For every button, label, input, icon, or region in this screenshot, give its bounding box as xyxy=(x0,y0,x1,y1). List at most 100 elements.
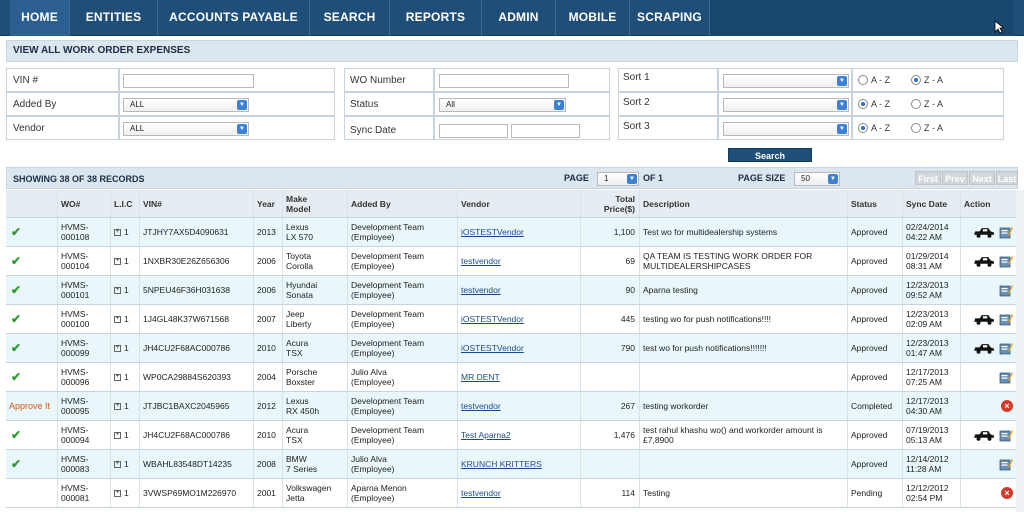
vendor-select[interactable]: ALL ▼ xyxy=(123,122,249,136)
cell-vin: JTJBC1BAXC2045965 xyxy=(140,392,254,420)
col-status-header[interactable]: Status xyxy=(848,190,903,217)
status-select[interactable]: All ▼ xyxy=(439,98,566,112)
vendor-link[interactable]: Test Aparna2 xyxy=(461,430,511,440)
cell-flag: ✔ xyxy=(6,450,58,478)
delete-icon[interactable]: × xyxy=(1001,487,1013,499)
cell-status: Approved xyxy=(848,247,903,275)
lic-count: 1 xyxy=(124,256,129,266)
vendor-label: Vendor xyxy=(13,123,45,134)
sync-date-to-input[interactable] xyxy=(511,124,580,138)
sort1-za-radio[interactable] xyxy=(911,75,921,85)
page-size-select[interactable]: 50 ▼ xyxy=(794,172,840,186)
vendor-link[interactable]: testvendor xyxy=(461,401,501,411)
last-page-button[interactable]: Last xyxy=(996,171,1018,185)
expand-plus-icon[interactable]: + xyxy=(114,257,121,265)
delete-icon[interactable]: × xyxy=(1001,400,1013,412)
vendor-link[interactable]: MR DENT xyxy=(461,372,500,382)
col-lic-header[interactable]: L.I.C xyxy=(111,190,140,217)
cell-status: Approved xyxy=(848,276,903,304)
vendor-link[interactable]: iOSTESTVendor xyxy=(461,314,524,324)
cell-wo: HVMS- 000083 xyxy=(58,450,111,478)
cell-status: Approved xyxy=(848,218,903,246)
col-total-header[interactable]: Total Price($) xyxy=(581,190,640,217)
vehicle-car-icon[interactable] xyxy=(973,227,995,238)
cell-total: 267 xyxy=(581,392,640,420)
vin-input[interactable] xyxy=(123,74,254,88)
next-page-button[interactable]: Next xyxy=(969,171,995,185)
vendor-link[interactable]: iOSTESTVendor xyxy=(461,343,524,353)
nav-accounts-payable[interactable]: ACCOUNTS PAYABLE xyxy=(158,0,310,36)
expand-plus-icon[interactable]: + xyxy=(114,460,121,468)
sort3-za-radio[interactable] xyxy=(911,123,921,133)
vendor-link[interactable]: iOSTESTVendor xyxy=(461,227,524,237)
expand-plus-icon[interactable]: + xyxy=(114,344,121,352)
lic-count: 1 xyxy=(124,285,129,295)
expand-plus-icon[interactable]: + xyxy=(114,228,121,236)
nav-reports[interactable]: REPORTS xyxy=(390,0,482,36)
expand-plus-icon[interactable]: + xyxy=(114,431,121,439)
cell-vin: 5NPEU46F36H031638 xyxy=(140,276,254,304)
nav-mobile[interactable]: MOBILE xyxy=(556,0,630,36)
edit-form-icon[interactable] xyxy=(999,313,1013,326)
sort3-az-radio[interactable] xyxy=(858,123,868,133)
vendor-link[interactable]: testvendor xyxy=(461,285,501,295)
cell-vin: 3VWSP69MO1M226970 xyxy=(140,479,254,507)
cell-wo: HVMS- 000100 xyxy=(58,305,111,333)
vendor-link[interactable]: testvendor xyxy=(461,488,501,498)
sort2-za-radio[interactable] xyxy=(911,99,921,109)
edit-form-icon[interactable] xyxy=(999,284,1013,297)
expand-plus-icon[interactable]: + xyxy=(114,286,121,294)
nav-admin[interactable]: ADMIN xyxy=(482,0,556,36)
nav-home[interactable]: HOME xyxy=(10,0,70,36)
sync-date-from-input[interactable] xyxy=(439,124,508,138)
col-added-by-header[interactable]: Added By xyxy=(348,190,458,217)
edit-form-icon[interactable] xyxy=(999,458,1013,471)
edit-form-icon[interactable] xyxy=(999,226,1013,239)
vehicle-car-icon[interactable] xyxy=(973,256,995,267)
edit-form-icon[interactable] xyxy=(999,342,1013,355)
expand-plus-icon[interactable]: + xyxy=(114,315,121,323)
col-year-header[interactable]: Year xyxy=(254,190,283,217)
edit-form-icon[interactable] xyxy=(999,371,1013,384)
first-page-button[interactable]: First xyxy=(915,171,941,185)
prev-page-button[interactable]: Prev xyxy=(942,171,968,185)
sort2-az-radio[interactable] xyxy=(858,99,868,109)
col-sync-date-header[interactable]: Sync Date xyxy=(903,190,961,217)
cell-vendor: Test Aparna2 xyxy=(458,421,581,449)
col-vin-header[interactable]: VIN# xyxy=(140,190,254,217)
expand-plus-icon[interactable]: + xyxy=(114,402,121,410)
edit-form-icon[interactable] xyxy=(999,429,1013,442)
nav-entities[interactable]: ENTITIES xyxy=(70,0,158,36)
added-by-select[interactable]: ALL ▼ xyxy=(123,98,249,112)
table-scrollbar[interactable] xyxy=(1016,190,1024,512)
edit-form-icon[interactable] xyxy=(999,255,1013,268)
sort2-select[interactable]: ▼ xyxy=(723,98,849,112)
lic-count: 1 xyxy=(124,372,129,382)
nav-scraping[interactable]: SCRAPING xyxy=(630,0,710,36)
vendor-link[interactable]: testvendor xyxy=(461,256,501,266)
wo-number-input[interactable] xyxy=(439,74,569,88)
sort3-za-label: Z - A xyxy=(924,123,944,133)
expand-plus-icon[interactable]: + xyxy=(114,373,121,381)
vehicle-car-icon[interactable] xyxy=(973,314,995,325)
expand-plus-icon[interactable]: + xyxy=(114,489,121,497)
search-button[interactable]: Search xyxy=(728,148,812,162)
vehicle-car-icon[interactable] xyxy=(973,343,995,354)
cell-vendor: iOSTESTVendor xyxy=(458,305,581,333)
cell-flag: ✔ xyxy=(6,247,58,275)
cell-added-by: Julio Alva (Employee) xyxy=(348,363,458,391)
sort1-az-radio[interactable] xyxy=(858,75,868,85)
col-make-model-header[interactable]: Make Model xyxy=(283,190,348,217)
nav-search[interactable]: SEARCH xyxy=(310,0,390,36)
approve-it-link[interactable]: Approve It xyxy=(9,401,50,411)
col-wo-header[interactable]: WO# xyxy=(58,190,111,217)
cell-total: 445 xyxy=(581,305,640,333)
mouse-cursor-icon xyxy=(994,20,1004,34)
sort3-select[interactable]: ▼ xyxy=(723,122,849,136)
col-description-header[interactable]: Description xyxy=(640,190,848,217)
page-select[interactable]: 1 ▼ xyxy=(597,172,639,186)
sort1-select[interactable]: ▼ xyxy=(723,74,849,88)
vehicle-car-icon[interactable] xyxy=(973,430,995,441)
vendor-link[interactable]: KRUNCH KRITTERS xyxy=(461,459,542,469)
col-vendor-header[interactable]: Vendor xyxy=(458,190,581,217)
